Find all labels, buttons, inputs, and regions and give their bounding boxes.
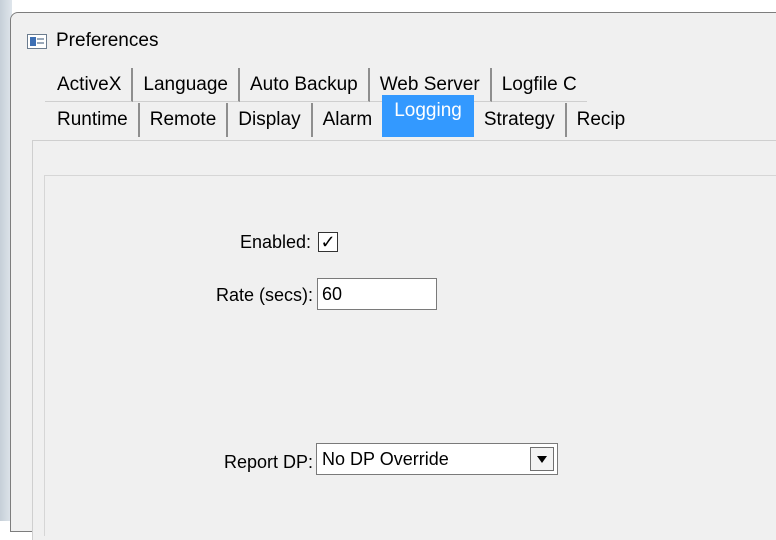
report-dp-selected-value: No DP Override [322, 449, 449, 469]
tab-alarm[interactable]: Alarm [313, 103, 383, 137]
rate-label: Rate (secs): [215, 285, 313, 305]
tab-runtime[interactable]: Runtime [45, 103, 140, 137]
window-title: Preferences [56, 30, 159, 51]
tab-row-back: ActiveX Language Auto Backup Web Server … [45, 68, 587, 102]
tab-recipe[interactable]: Recip [567, 103, 636, 137]
tab-strategy[interactable]: Strategy [474, 103, 567, 137]
tab-language[interactable]: Language [133, 68, 240, 102]
app-window-icon [27, 34, 47, 49]
tab-remote[interactable]: Remote [140, 103, 229, 137]
report-dp-dropdown[interactable]: No DP Override [316, 443, 558, 475]
rate-input[interactable]: 60 [317, 278, 437, 310]
chevron-down-icon[interactable] [530, 447, 554, 471]
title-bar[interactable]: Preferences [11, 13, 776, 61]
tab-display[interactable]: Display [228, 103, 313, 137]
enabled-label: Enabled: [239, 232, 311, 252]
enabled-checkbox[interactable]: ✓ [318, 232, 338, 252]
logging-settings-group [44, 175, 776, 536]
report-dp-label: Report DP: [223, 452, 313, 472]
tab-logging[interactable]: Logging [382, 95, 474, 137]
tab-row-front: Runtime Remote Display Alarm Logging Str… [45, 95, 636, 137]
tab-logfile[interactable]: Logfile C [491, 68, 587, 102]
tab-auto-backup[interactable]: Auto Backup [239, 68, 370, 102]
tab-activex[interactable]: ActiveX [45, 68, 134, 102]
